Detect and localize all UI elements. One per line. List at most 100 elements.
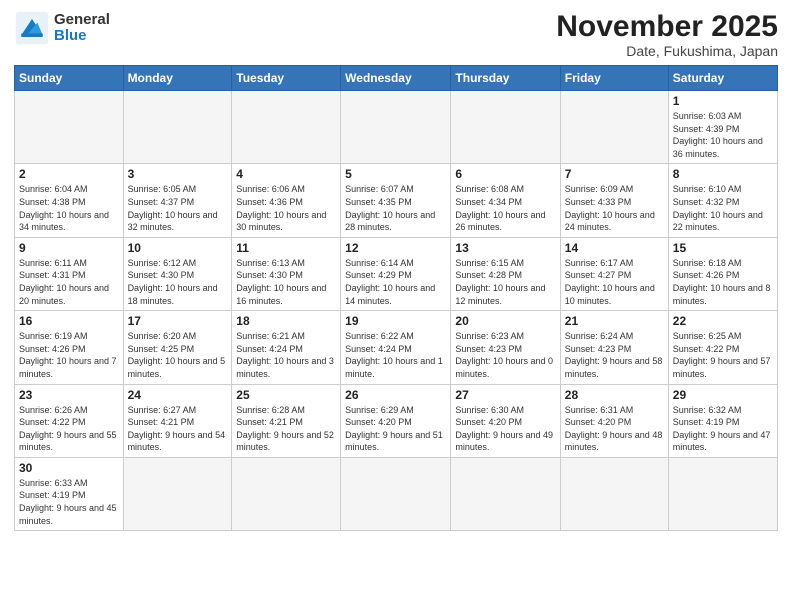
calendar-cell	[560, 91, 668, 164]
calendar-cell: 25 Sunrise: 6:28 AM Sunset: 4:21 PM Dayli…	[232, 384, 341, 457]
day-number: 12	[345, 241, 446, 255]
calendar-header-tuesday: Tuesday	[232, 66, 341, 91]
day-number: 19	[345, 314, 446, 328]
calendar-cell: 7Sunrise: 6:09 AM Sunset: 4:33 PM Daylig…	[560, 164, 668, 237]
day-info: Sunrise: 6:06 AM Sunset: 4:36 PM Dayligh…	[236, 183, 336, 233]
day-info: Sunrise: 6:13 AM Sunset: 4:30 PM Dayligh…	[236, 257, 336, 307]
week-row-3: 16 Sunrise: 6:19 AM Sunset: 4:26 PM Dayli…	[15, 311, 778, 384]
day-number: 8	[673, 167, 773, 181]
calendar-cell: 28Sunrise: 6:31 AM Sunset: 4:20 PM Dayli…	[560, 384, 668, 457]
day-number: 16	[19, 314, 119, 328]
week-row-0: 1Sunrise: 6:03 AM Sunset: 4:39 PM Daylig…	[15, 91, 778, 164]
calendar-header-saturday: Saturday	[668, 66, 777, 91]
day-info: Sunrise: 6:23 AM Sunset: 4:23 PM Dayligh…	[455, 330, 555, 380]
day-info: Sunrise: 6:19 AM Sunset: 4:26 PM Dayligh…	[19, 330, 119, 380]
day-number: 27	[455, 388, 555, 402]
calendar-cell: 18 Sunrise: 6:21 AM Sunset: 4:24 PM Dayli…	[232, 311, 341, 384]
month-title: November 2025	[556, 10, 778, 43]
day-number: 29	[673, 388, 773, 402]
calendar-cell: 6 Sunrise: 6:08 AM Sunset: 4:34 PM Daylig…	[451, 164, 560, 237]
calendar-header-monday: Monday	[123, 66, 232, 91]
logo-blue-text: Blue	[54, 27, 87, 44]
calendar-cell: 10 Sunrise: 6:12 AM Sunset: 4:30 PM Dayli…	[123, 237, 232, 310]
day-info: Sunrise: 6:05 AM Sunset: 4:37 PM Dayligh…	[128, 183, 228, 233]
week-row-5: 30 Sunrise: 6:33 AM Sunset: 4:19 PM Dayli…	[15, 457, 778, 530]
week-row-2: 9 Sunrise: 6:11 AM Sunset: 4:31 PM Daylig…	[15, 237, 778, 310]
calendar-header-thursday: Thursday	[451, 66, 560, 91]
day-number: 18	[236, 314, 336, 328]
day-info: Sunrise: 6:09 AM Sunset: 4:33 PM Dayligh…	[565, 183, 664, 233]
day-number: 9	[19, 241, 119, 255]
calendar-cell: 12 Sunrise: 6:14 AM Sunset: 4:29 PM Dayli…	[341, 237, 451, 310]
calendar-header-wednesday: Wednesday	[341, 66, 451, 91]
calendar-cell	[341, 457, 451, 530]
day-number: 4	[236, 167, 336, 181]
day-number: 13	[455, 241, 555, 255]
day-info: Sunrise: 6:17 AM Sunset: 4:27 PM Dayligh…	[565, 257, 664, 307]
week-row-4: 23Sunrise: 6:26 AM Sunset: 4:22 PM Dayli…	[15, 384, 778, 457]
day-number: 5	[345, 167, 446, 181]
day-number: 15	[673, 241, 773, 255]
calendar-cell	[123, 91, 232, 164]
day-info: Sunrise: 6:10 AM Sunset: 4:32 PM Dayligh…	[673, 183, 773, 233]
day-info: Sunrise: 6:22 AM Sunset: 4:24 PM Dayligh…	[345, 330, 446, 380]
logo-icon	[14, 10, 50, 46]
calendar-cell: 8 Sunrise: 6:10 AM Sunset: 4:32 PM Daylig…	[668, 164, 777, 237]
calendar-cell: 16 Sunrise: 6:19 AM Sunset: 4:26 PM Dayli…	[15, 311, 124, 384]
day-number: 20	[455, 314, 555, 328]
day-info: Sunrise: 6:29 AM Sunset: 4:20 PM Dayligh…	[345, 404, 446, 454]
day-number: 6	[455, 167, 555, 181]
calendar-cell: 21Sunrise: 6:24 AM Sunset: 4:23 PM Dayli…	[560, 311, 668, 384]
calendar-cell: 19 Sunrise: 6:22 AM Sunset: 4:24 PM Dayli…	[341, 311, 451, 384]
calendar-cell: 22 Sunrise: 6:25 AM Sunset: 4:22 PM Dayli…	[668, 311, 777, 384]
calendar-cell	[560, 457, 668, 530]
day-number: 24	[128, 388, 228, 402]
day-number: 30	[19, 461, 119, 475]
day-info: Sunrise: 6:04 AM Sunset: 4:38 PM Dayligh…	[19, 183, 119, 233]
calendar-cell: 15Sunrise: 6:18 AM Sunset: 4:26 PM Dayli…	[668, 237, 777, 310]
calendar-cell	[451, 457, 560, 530]
day-number: 10	[128, 241, 228, 255]
calendar-cell: 29 Sunrise: 6:32 AM Sunset: 4:19 PM Dayli…	[668, 384, 777, 457]
calendar-cell: 23Sunrise: 6:26 AM Sunset: 4:22 PM Dayli…	[15, 384, 124, 457]
day-info: Sunrise: 6:14 AM Sunset: 4:29 PM Dayligh…	[345, 257, 446, 307]
day-info: Sunrise: 6:08 AM Sunset: 4:34 PM Dayligh…	[455, 183, 555, 233]
day-number: 11	[236, 241, 336, 255]
calendar-cell: 11 Sunrise: 6:13 AM Sunset: 4:30 PM Dayli…	[232, 237, 341, 310]
subtitle: Date, Fukushima, Japan	[556, 43, 778, 59]
day-info: Sunrise: 6:28 AM Sunset: 4:21 PM Dayligh…	[236, 404, 336, 454]
calendar-cell: 13Sunrise: 6:15 AM Sunset: 4:28 PM Dayli…	[451, 237, 560, 310]
calendar-cell: 14 Sunrise: 6:17 AM Sunset: 4:27 PM Dayli…	[560, 237, 668, 310]
day-info: Sunrise: 6:32 AM Sunset: 4:19 PM Dayligh…	[673, 404, 773, 454]
calendar-cell: 24Sunrise: 6:27 AM Sunset: 4:21 PM Dayli…	[123, 384, 232, 457]
day-number: 2	[19, 167, 119, 181]
day-info: Sunrise: 6:07 AM Sunset: 4:35 PM Dayligh…	[345, 183, 446, 233]
day-number: 25	[236, 388, 336, 402]
day-info: Sunrise: 6:11 AM Sunset: 4:31 PM Dayligh…	[19, 257, 119, 307]
day-info: Sunrise: 6:03 AM Sunset: 4:39 PM Dayligh…	[673, 110, 773, 160]
calendar-cell	[668, 457, 777, 530]
calendar-cell: 17Sunrise: 6:20 AM Sunset: 4:25 PM Dayli…	[123, 311, 232, 384]
day-number: 22	[673, 314, 773, 328]
day-info: Sunrise: 6:25 AM Sunset: 4:22 PM Dayligh…	[673, 330, 773, 380]
day-number: 14	[565, 241, 664, 255]
day-number: 26	[345, 388, 446, 402]
day-info: Sunrise: 6:12 AM Sunset: 4:30 PM Dayligh…	[128, 257, 228, 307]
header: General Blue November 2025 Date, Fukushi…	[14, 10, 778, 59]
calendar-cell	[123, 457, 232, 530]
calendar-cell: 30 Sunrise: 6:33 AM Sunset: 4:19 PM Dayli…	[15, 457, 124, 530]
calendar-cell: 9 Sunrise: 6:11 AM Sunset: 4:31 PM Daylig…	[15, 237, 124, 310]
calendar-cell	[232, 91, 341, 164]
calendar-cell: 4 Sunrise: 6:06 AM Sunset: 4:36 PM Daylig…	[232, 164, 341, 237]
logo-text: General Blue	[54, 12, 110, 45]
day-number: 21	[565, 314, 664, 328]
calendar: SundayMondayTuesdayWednesdayThursdayFrid…	[14, 65, 778, 531]
day-info: Sunrise: 6:33 AM Sunset: 4:19 PM Dayligh…	[19, 477, 119, 527]
calendar-cell	[232, 457, 341, 530]
day-info: Sunrise: 6:21 AM Sunset: 4:24 PM Dayligh…	[236, 330, 336, 380]
day-info: Sunrise: 6:30 AM Sunset: 4:20 PM Dayligh…	[455, 404, 555, 454]
calendar-cell	[341, 91, 451, 164]
week-row-1: 2 Sunrise: 6:04 AM Sunset: 4:38 PM Daylig…	[15, 164, 778, 237]
calendar-cell: 2 Sunrise: 6:04 AM Sunset: 4:38 PM Daylig…	[15, 164, 124, 237]
calendar-cell: 3Sunrise: 6:05 AM Sunset: 4:37 PM Daylig…	[123, 164, 232, 237]
